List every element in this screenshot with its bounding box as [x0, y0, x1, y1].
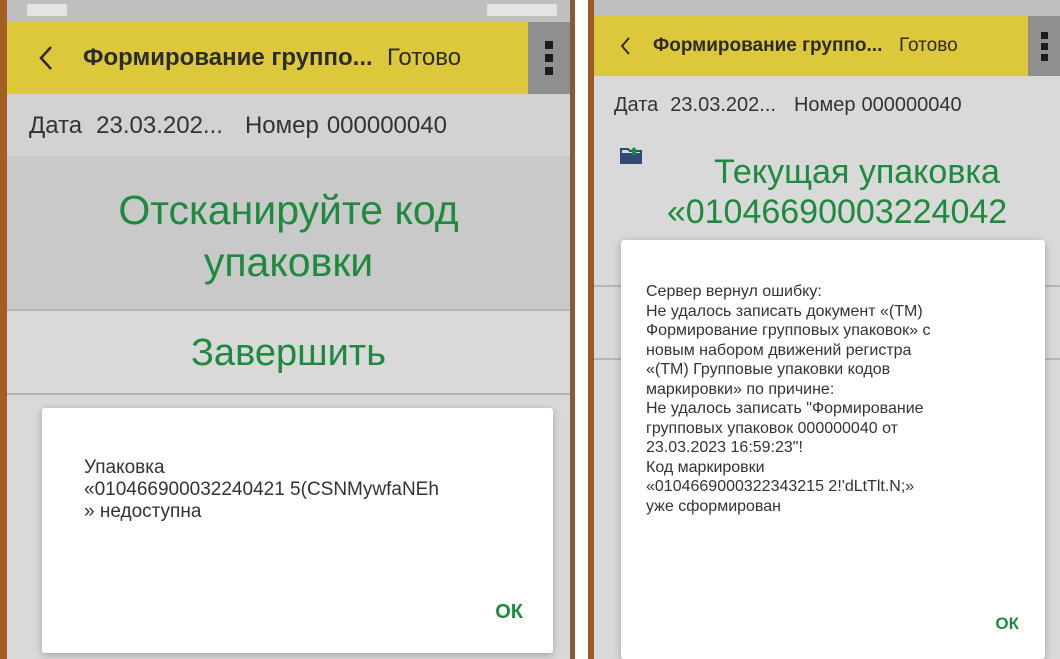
error-dialog: Упаковка «010466900032240421 5(CSNMywfaN…	[42, 408, 553, 653]
date-value[interactable]: 23.03.202...	[670, 94, 776, 116]
status-indicator	[27, 4, 67, 16]
number-value[interactable]: 000000040	[327, 112, 447, 139]
page-title: Формирование группо...	[83, 44, 373, 71]
status-indicator	[487, 4, 557, 16]
chevron-left-icon[interactable]	[620, 36, 631, 56]
right-screen: Формирование группо... Готово Дата 23.03.…	[588, 0, 1060, 659]
ok-button[interactable]: ОК	[995, 614, 1019, 634]
document-header: Дата 23.03.202... Номер 000000040	[7, 94, 570, 156]
document-header: Дата 23.03.202... Номер 000000040	[594, 76, 1060, 134]
ok-button[interactable]: ОК	[495, 601, 523, 624]
chevron-left-icon[interactable]	[39, 45, 53, 71]
dialog-message: Сервер вернул ошибку: Не удалось записат…	[646, 283, 931, 515]
more-vertical-icon[interactable]	[1028, 16, 1060, 76]
scan-prompt[interactable]: Отсканируйте код упаковки	[7, 156, 570, 309]
divider	[7, 393, 570, 395]
date-value[interactable]: 23.03.202...	[96, 112, 223, 139]
status-bar	[7, 0, 570, 22]
date-label: Дата	[29, 112, 83, 139]
left-screen: Формирование группо... Готово Дата 23.03.…	[0, 0, 575, 659]
app-bar: Формирование группо... Готово	[7, 22, 570, 94]
page-title: Формирование группо...	[653, 35, 883, 56]
finish-button[interactable]: Завершить	[7, 311, 570, 393]
scan-prompt-line1: Отсканируйте код	[118, 187, 459, 233]
more-vertical-icon[interactable]	[528, 22, 570, 94]
dialog-message: Упаковка «010466900032240421 5(CSNMywfaN…	[84, 457, 439, 522]
current-package-line1: Текущая упаковка	[714, 153, 1000, 191]
status-bar	[594, 0, 1060, 16]
current-package-title: Текущая упаковка «01046690003224042	[594, 152, 1060, 232]
scan-prompt-line2: упаковки	[203, 239, 374, 285]
number-label: Номер	[244, 112, 319, 139]
date-label: Дата	[614, 94, 659, 116]
current-package-line2: «01046690003224042	[666, 193, 1008, 231]
done-button[interactable]: Готово	[387, 44, 461, 72]
app-bar: Формирование группо... Готово	[594, 16, 1060, 76]
current-package-header: Текущая упаковка «01046690003224042	[594, 134, 1060, 244]
error-dialog: Сервер вернул ошибку: Не удалось записат…	[621, 240, 1045, 659]
done-button[interactable]: Готово	[899, 35, 958, 57]
number-label: Номер	[793, 94, 856, 116]
number-value[interactable]: 000000040	[862, 94, 962, 116]
